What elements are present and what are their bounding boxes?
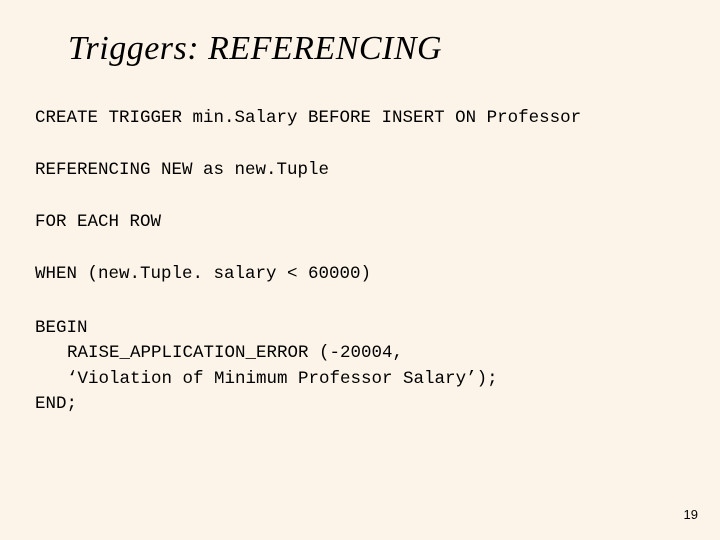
code-line-foreach: FOR EACH ROW — [0, 212, 720, 232]
code-raise-error: RAISE_APPLICATION_ERROR (-20004, — [35, 341, 720, 366]
code-line-create: CREATE TRIGGER min.Salary BEFORE INSERT … — [0, 108, 720, 128]
code-begin: BEGIN — [35, 316, 720, 341]
slide-title: Triggers: REFERENCING — [0, 0, 720, 68]
code-block-body: BEGIN RAISE_APPLICATION_ERROR (-20004, ‘… — [0, 316, 720, 418]
code-error-message: ‘Violation of Minimum Professor Salary’)… — [35, 367, 720, 392]
page-number: 19 — [684, 507, 698, 522]
code-line-referencing: REFERENCING NEW as new.Tuple — [0, 160, 720, 180]
code-line-when: WHEN (new.Tuple. salary < 60000) — [0, 264, 720, 284]
code-end: END; — [35, 392, 720, 417]
